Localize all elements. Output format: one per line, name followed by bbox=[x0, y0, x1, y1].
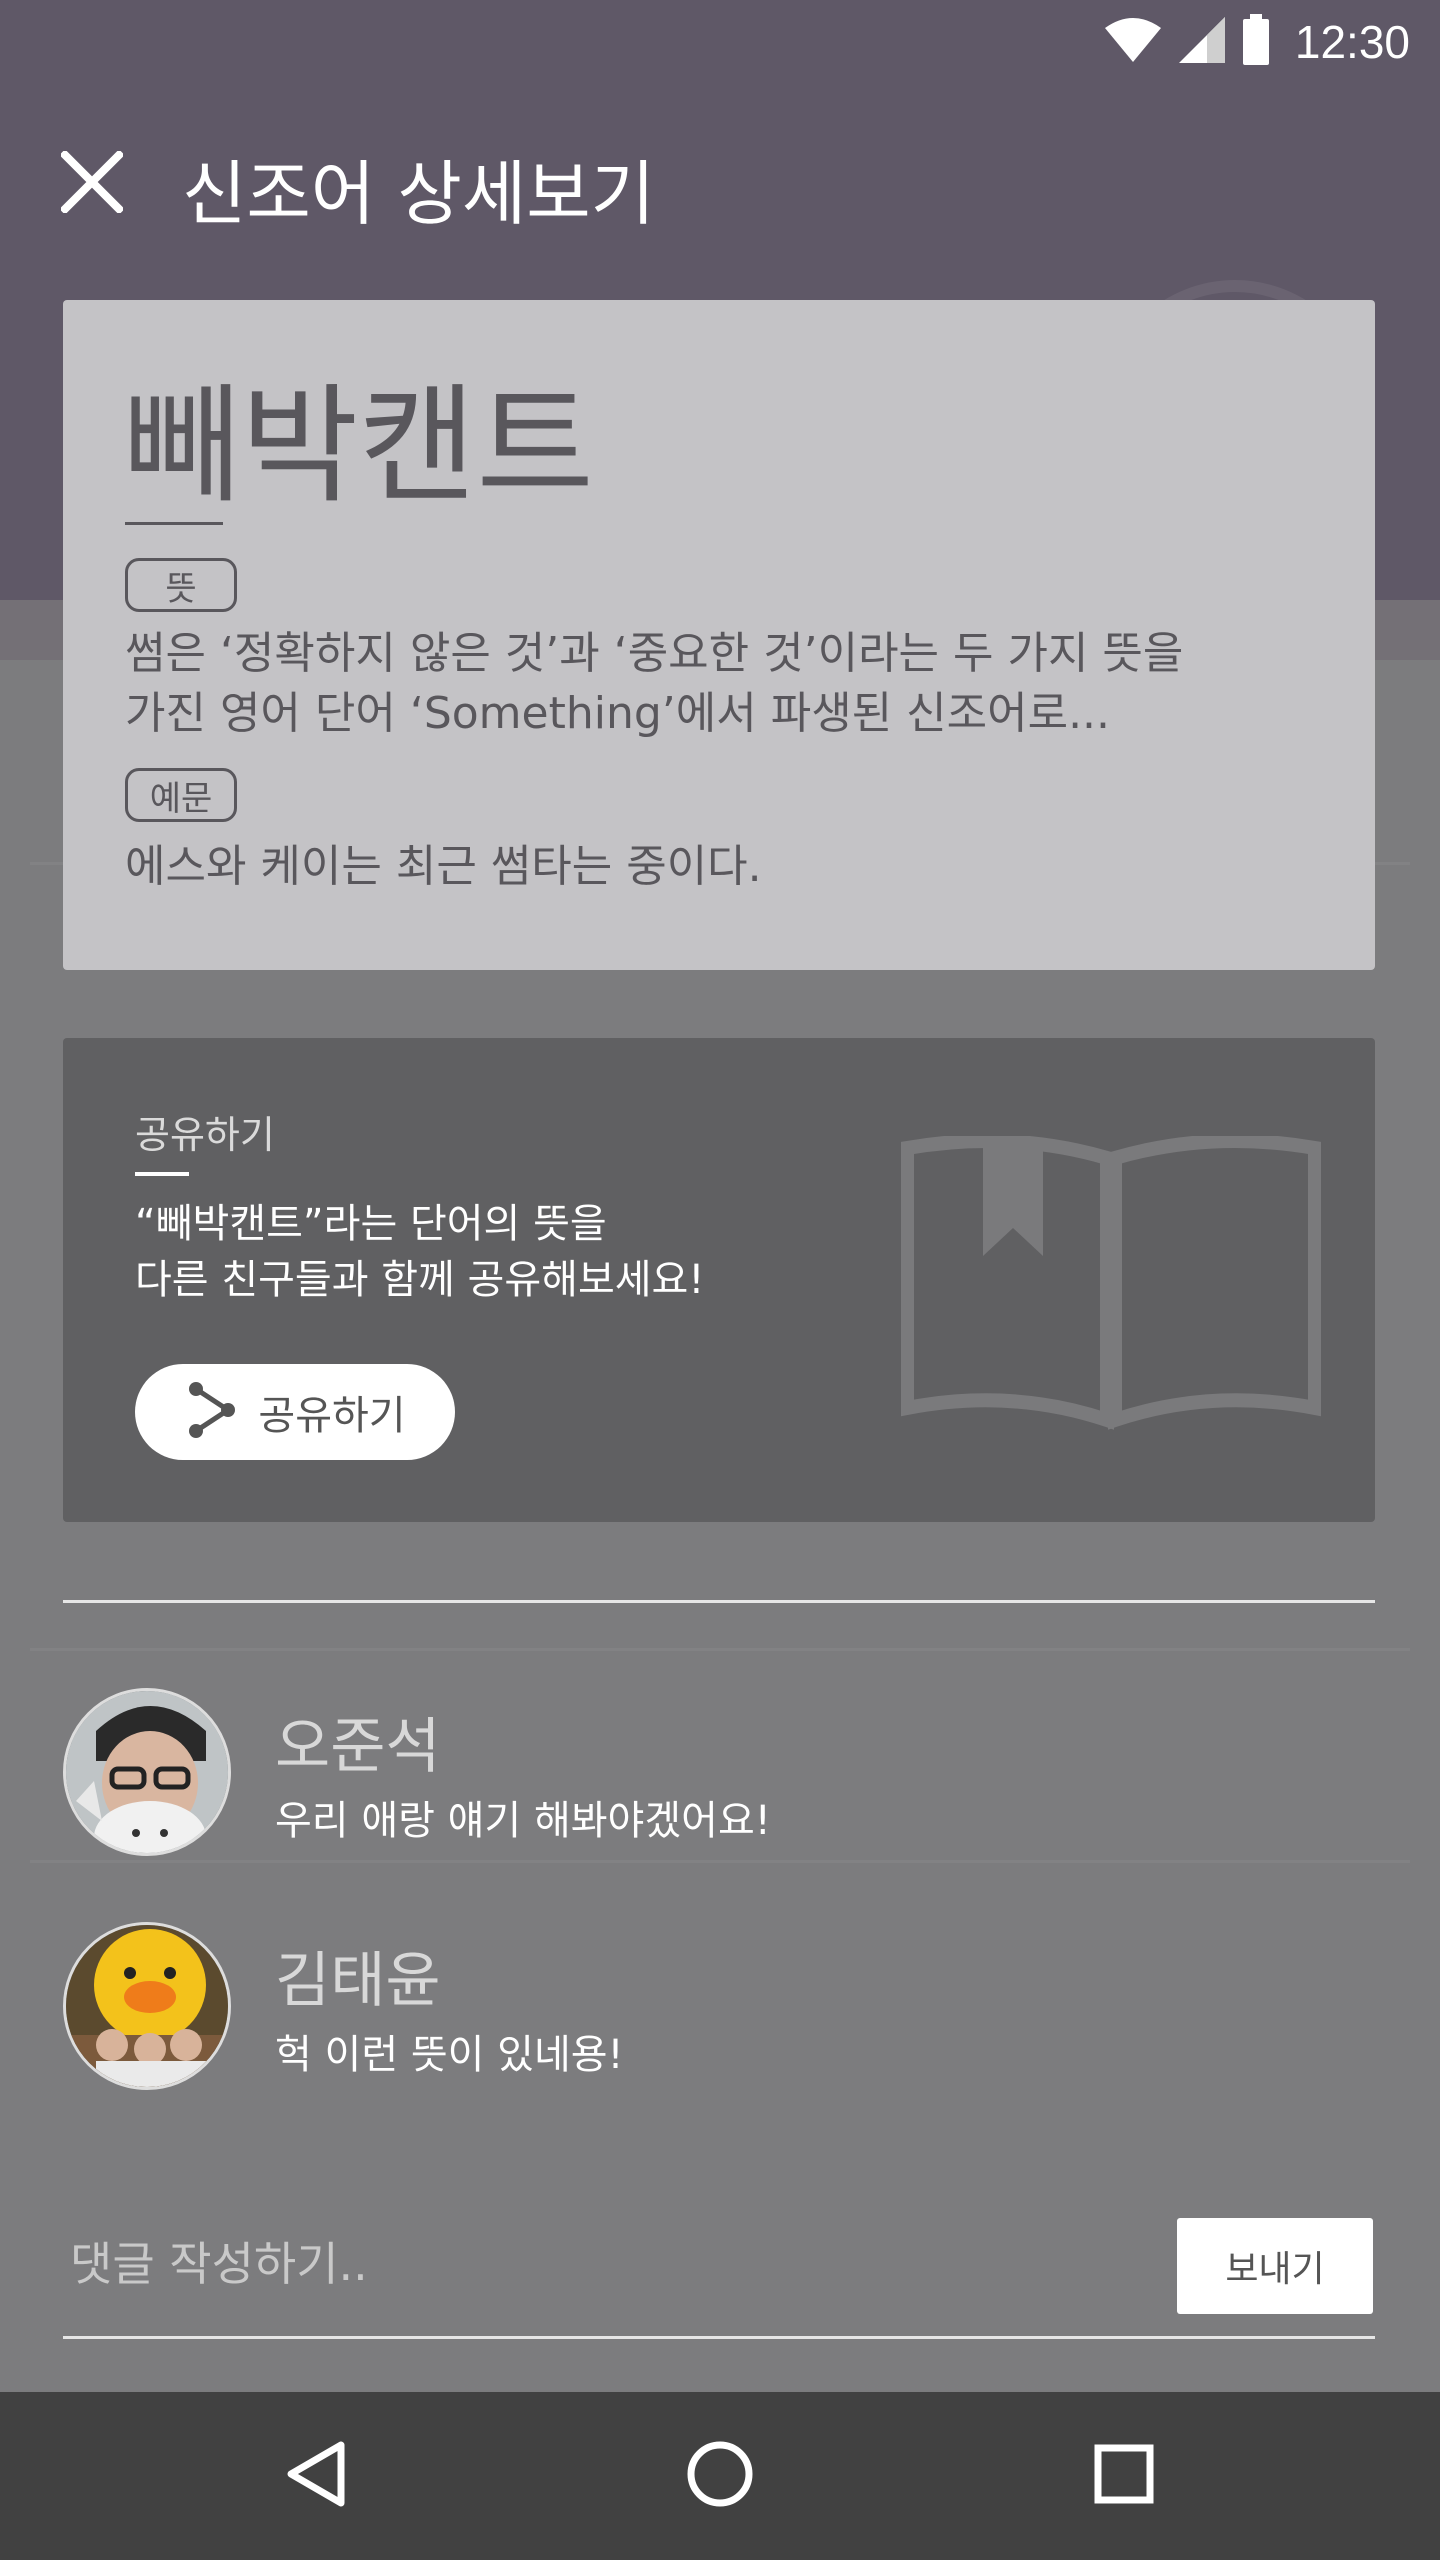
background-divider bbox=[30, 1648, 1410, 1651]
comment-author: 오준석 bbox=[275, 1712, 441, 1782]
share-button-label: 공유하기 bbox=[258, 1393, 406, 1439]
comment-item: 김태윤 헉 이런 뜻이 있네용! bbox=[63, 1922, 1375, 2092]
navigation-bar bbox=[0, 2392, 1440, 2560]
avatar bbox=[63, 1688, 231, 1856]
home-button[interactable] bbox=[670, 2426, 770, 2526]
comment-text: 우리 애랑 얘기 해봐야겠어요! bbox=[275, 1798, 771, 1844]
close-icon bbox=[59, 149, 125, 217]
input-underline bbox=[63, 2336, 1375, 2339]
comment-text: 헉 이런 뜻이 있네용! bbox=[275, 2032, 624, 2078]
share-icon bbox=[184, 1381, 238, 1443]
avatar bbox=[63, 1922, 231, 2090]
wifi-icon bbox=[1103, 16, 1163, 68]
word-title: 빼박캔트 bbox=[123, 372, 595, 521]
background-divider bbox=[30, 1860, 1410, 1863]
share-section-label: 공유하기 bbox=[135, 1113, 275, 1157]
share-description-line: “빼박캔트”라는 단어의 뜻을 bbox=[135, 1201, 607, 1247]
back-button[interactable] bbox=[266, 2426, 366, 2526]
example-text: 에스와 케이는 최근 썸타는 중이다. bbox=[125, 841, 762, 892]
comment-author: 김태윤 bbox=[275, 1946, 441, 2016]
home-icon bbox=[685, 2439, 755, 2513]
meaning-tag: 뜻 bbox=[125, 558, 237, 612]
recents-button[interactable] bbox=[1074, 2426, 1174, 2526]
battery-icon bbox=[1241, 14, 1271, 70]
back-icon bbox=[283, 2439, 349, 2513]
section-divider bbox=[63, 1600, 1375, 1603]
example-tag: 예문 bbox=[125, 768, 237, 822]
close-button[interactable] bbox=[52, 144, 132, 224]
word-card: 빼박캔트 뜻 썸은 ‘정확하지 않은 것’과 ‘중요한 것’이라는 두 가지 뜻… bbox=[63, 300, 1375, 970]
comment-item: 오준석 우리 애랑 얘기 해봐야겠어요! bbox=[63, 1688, 1375, 1858]
status-time: 12:30 bbox=[1294, 16, 1410, 68]
cellular-signal-icon bbox=[1177, 15, 1227, 69]
status-bar: 12:30 bbox=[0, 0, 1440, 84]
recents-icon bbox=[1092, 2442, 1156, 2510]
share-card: 공유하기 “빼박캔트”라는 단어의 뜻을 다른 친구들과 함께 공유해보세요! … bbox=[63, 1038, 1375, 1522]
book-icon bbox=[900, 1133, 1322, 1440]
dialog-title: 신조어 상세보기 bbox=[182, 153, 656, 235]
share-description-line: 다른 친구들과 함께 공유해보세요! bbox=[135, 1257, 705, 1303]
send-button[interactable]: 보내기 bbox=[1177, 2218, 1373, 2314]
share-button[interactable]: 공유하기 bbox=[135, 1364, 455, 1460]
meaning-text: 썸은 ‘정확하지 않은 것’과 ‘중요한 것’이라는 두 가지 뜻을 가진 영어… bbox=[125, 628, 1184, 739]
share-section-underline bbox=[135, 1172, 189, 1176]
share-description: “빼박캔트”라는 단어의 뜻을 다른 친구들과 함께 공유해보세요! bbox=[135, 1196, 704, 1308]
comment-input[interactable] bbox=[70, 2224, 1150, 2304]
status-icons: 12:30 bbox=[1103, 12, 1410, 72]
word-title-underline bbox=[125, 522, 223, 525]
